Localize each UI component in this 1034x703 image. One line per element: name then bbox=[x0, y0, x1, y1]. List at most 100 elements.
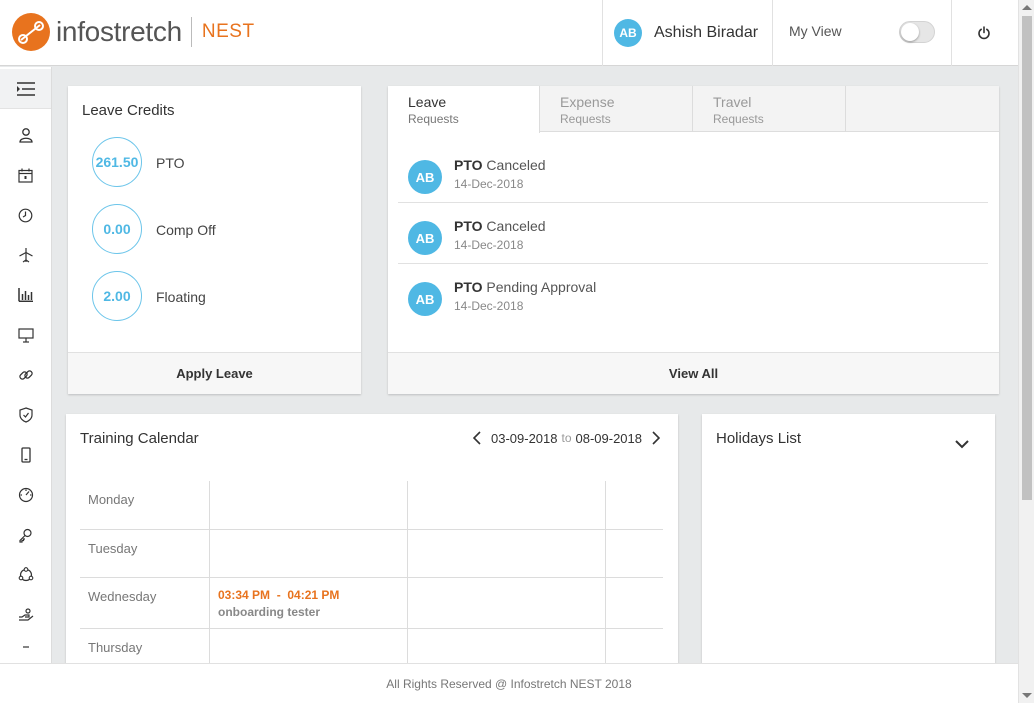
sidebar-item-links[interactable] bbox=[0, 355, 51, 395]
brand-name: infostretch bbox=[56, 16, 182, 47]
sidebar-item-attendance[interactable] bbox=[0, 195, 51, 235]
training-calendar-card: Training Calendar 03-09-2018 to 08-09-20… bbox=[66, 414, 678, 674]
sidebar-item-access[interactable] bbox=[0, 515, 51, 555]
sidebar bbox=[0, 67, 52, 663]
presentation-icon bbox=[17, 327, 34, 343]
tab-sublabel: Requests bbox=[408, 112, 459, 126]
chevron-right-icon bbox=[652, 431, 660, 445]
range-start: 03-09-2018 bbox=[490, 430, 558, 446]
comp-off-credit-value: 0.00 bbox=[92, 204, 142, 254]
tab-sublabel: Requests bbox=[713, 112, 764, 126]
cycle-icon bbox=[18, 567, 33, 582]
sidebar-item-security[interactable] bbox=[0, 395, 51, 435]
event-time: 03:34 PM - 04:21 PM bbox=[218, 588, 340, 602]
my-view-toggle[interactable] bbox=[899, 21, 935, 43]
mobile-icon bbox=[20, 447, 31, 463]
handshake-icon bbox=[18, 608, 33, 621]
tab-label: Travel bbox=[713, 94, 752, 110]
tab-label: Leave bbox=[408, 94, 447, 110]
brand-logo[interactable]: infostretch NEST bbox=[12, 13, 255, 51]
previous-week-button[interactable] bbox=[469, 430, 485, 446]
scroll-up-arrow[interactable] bbox=[1022, 5, 1032, 10]
request-date: 14-Dec-2018 bbox=[454, 177, 524, 191]
floating-credit-value: 2.00 bbox=[92, 271, 142, 321]
logo-mark-icon bbox=[12, 13, 50, 51]
pto-credit-label: PTO bbox=[156, 155, 185, 171]
day-label: Thursday bbox=[88, 640, 143, 655]
holidays-card: Holidays List bbox=[702, 414, 995, 674]
request-title: PTO Canceled bbox=[454, 157, 546, 173]
day-label: Tuesday bbox=[88, 541, 138, 556]
bar-chart-icon bbox=[18, 288, 33, 302]
calendar-row-tuesday: Tuesday bbox=[80, 530, 663, 578]
flight-icon bbox=[18, 248, 33, 263]
menu-icon bbox=[16, 81, 35, 96]
day-label: Wednesday bbox=[88, 589, 157, 604]
sidebar-item-travel[interactable] bbox=[0, 235, 51, 275]
product-name: NEST bbox=[201, 21, 255, 42]
request-row[interactable]: AB PTO Canceled 14-Dec-2018 bbox=[398, 203, 988, 264]
chevron-down-icon bbox=[955, 440, 969, 449]
power-button[interactable] bbox=[960, 20, 1008, 46]
request-row[interactable]: AB PTO Canceled 14-Dec-2018 bbox=[398, 142, 988, 203]
holidays-expand-button[interactable] bbox=[955, 436, 969, 454]
clock-icon bbox=[18, 208, 33, 222]
tab-travel-requests[interactable]: Travel Requests bbox=[693, 86, 846, 132]
sidebar-item-devices[interactable] bbox=[0, 435, 51, 475]
user-menu[interactable]: AB Ashish Biradar bbox=[602, 0, 772, 66]
request-date: 14-Dec-2018 bbox=[454, 299, 524, 313]
calendar-row-monday: Monday bbox=[80, 481, 663, 530]
training-calendar-title: Training Calendar bbox=[80, 430, 199, 447]
tab-label: Expense bbox=[560, 94, 615, 110]
calendar-range-nav: 03-09-2018 to 08-09-2018 bbox=[469, 430, 664, 446]
comp-off-credit-label: Comp Off bbox=[156, 222, 216, 238]
dashboard-icon bbox=[18, 487, 33, 503]
sidebar-item-workflow[interactable] bbox=[0, 555, 51, 595]
my-view-label: My View bbox=[789, 23, 842, 39]
requests-card: Leave Requests Expense Requests Travel R… bbox=[388, 86, 999, 394]
user-name: Ashish Biradar bbox=[654, 24, 759, 41]
leave-credits-card: Leave Credits 261.50 PTO 0.00 Comp Off 2… bbox=[68, 86, 361, 394]
vertical-scrollbar[interactable] bbox=[1018, 0, 1034, 703]
view-all-button[interactable]: View All bbox=[388, 352, 999, 394]
scroll-thumb[interactable] bbox=[1022, 16, 1032, 500]
sidebar-item-reports[interactable] bbox=[0, 275, 51, 315]
tab-expense-requests[interactable]: Expense Requests bbox=[540, 86, 693, 132]
next-week-button[interactable] bbox=[648, 430, 664, 446]
requests-tabs: Leave Requests Expense Requests Travel R… bbox=[388, 86, 999, 133]
logo-divider bbox=[190, 17, 192, 47]
shield-icon bbox=[18, 407, 33, 423]
range-separator: to bbox=[561, 431, 572, 445]
request-avatar: AB bbox=[408, 221, 442, 255]
calendar-icon bbox=[18, 168, 33, 183]
toggle-knob bbox=[901, 23, 919, 41]
user-avatar: AB bbox=[614, 19, 642, 47]
request-title: PTO Canceled bbox=[454, 218, 546, 234]
scroll-down-arrow[interactable] bbox=[1022, 693, 1032, 698]
sidebar-item-training[interactable] bbox=[0, 315, 51, 355]
sidebar-item-profile[interactable] bbox=[0, 115, 51, 155]
holidays-title: Holidays List bbox=[716, 430, 802, 447]
sidebar-menu-toggle[interactable] bbox=[0, 69, 51, 109]
tab-leave-requests[interactable]: Leave Requests bbox=[388, 86, 540, 133]
calendar-row-thursday: Thursday bbox=[80, 629, 663, 663]
leave-credits-title: Leave Credits bbox=[82, 102, 175, 119]
pto-credit-value: 261.50 bbox=[92, 137, 142, 187]
request-title: PTO Pending Approval bbox=[454, 279, 597, 295]
sidebar-item-more[interactable] bbox=[0, 627, 51, 667]
apply-leave-button[interactable]: Apply Leave bbox=[68, 352, 361, 394]
sidebar-item-dashboard[interactable] bbox=[0, 475, 51, 515]
request-avatar: AB bbox=[408, 160, 442, 194]
sidebar-item-calendar[interactable] bbox=[0, 155, 51, 195]
chevron-left-icon bbox=[472, 431, 481, 445]
range-end: 08-09-2018 bbox=[575, 430, 643, 446]
power-icon bbox=[978, 26, 990, 40]
calendar-row-wednesday: Wednesday 03:34 PM - 04:21 PM onboarding… bbox=[80, 578, 663, 629]
profile-icon bbox=[18, 128, 33, 143]
floating-credit-label: Floating bbox=[156, 289, 206, 305]
key-icon bbox=[19, 528, 32, 543]
request-row[interactable]: AB PTO Pending Approval 14-Dec-2018 bbox=[398, 264, 988, 325]
top-header: infostretch NEST AB Ashish Biradar My Vi… bbox=[0, 0, 1018, 66]
event-name: onboarding tester bbox=[218, 605, 321, 619]
calendar-grid: Monday Tuesday Wednesday 03:34 PM - 04:2… bbox=[80, 481, 663, 663]
